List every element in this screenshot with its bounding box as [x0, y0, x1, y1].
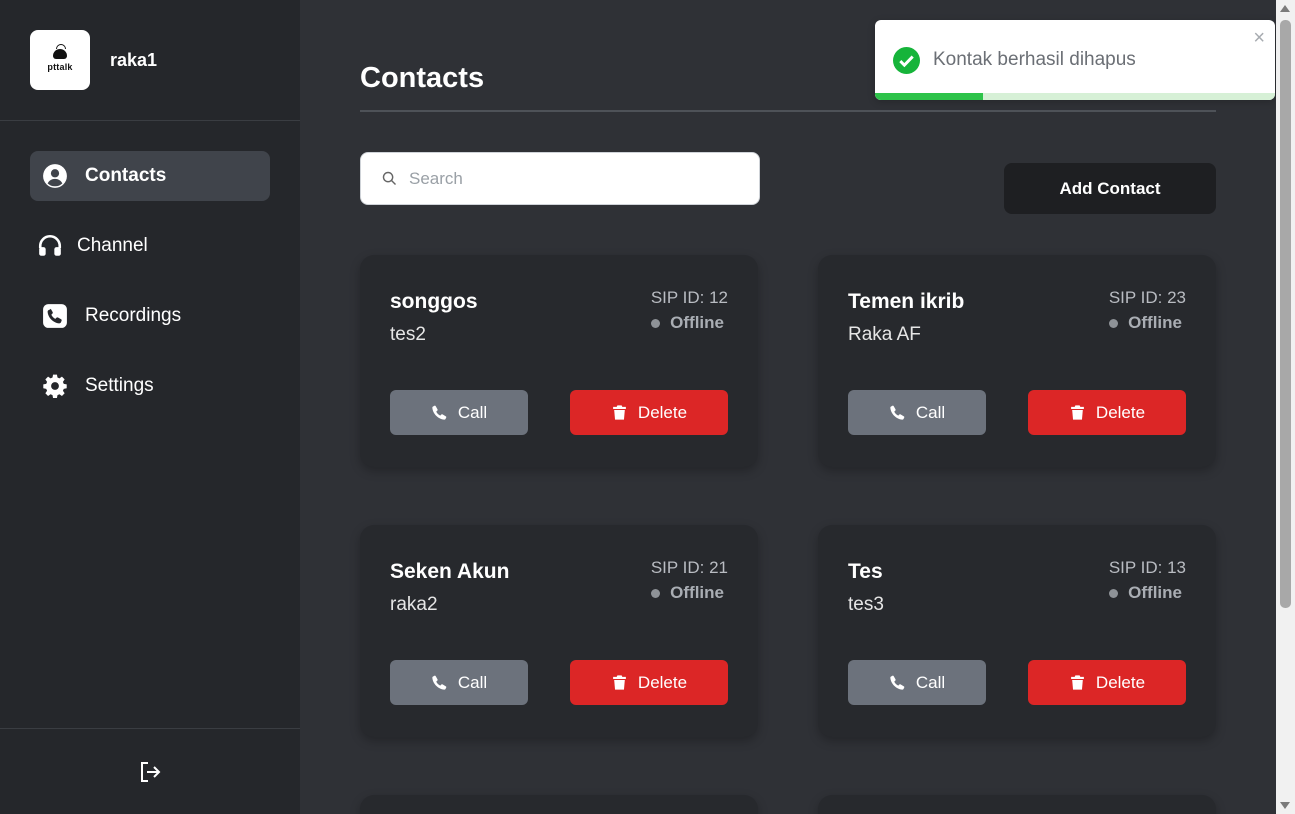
contact-username: tes2 [390, 324, 426, 345]
call-label: Call [457, 402, 488, 422]
call-label: Call [915, 672, 946, 692]
contact-sip-id: SIP ID: 23 [1108, 288, 1186, 307]
scroll-thumb[interactable] [1280, 20, 1291, 608]
toast-progress-track [875, 93, 1275, 100]
contact-name: Temen ikrib [848, 290, 965, 313]
contact-name: songgos [390, 290, 478, 313]
app-logo[interactable]: pttalk [30, 30, 90, 90]
call-button[interactable]: Call [848, 660, 986, 705]
delete-button[interactable]: Delete [1028, 390, 1186, 435]
title-divider [360, 110, 1216, 112]
contact-card: Seken Akun raka2 SIP ID: 21 Offline Call… [360, 525, 758, 737]
sidebar-footer [0, 728, 300, 814]
sidebar-item-label: Channel [77, 235, 148, 256]
logo-mark-icon [53, 43, 67, 59]
scroll-down-arrow-icon[interactable] [1280, 802, 1290, 809]
trash-icon [1069, 404, 1086, 421]
sidebar-item-recordings[interactable]: Recordings [30, 291, 270, 341]
sidebar-item-label: Recordings [85, 305, 182, 326]
contact-sip-id: SIP ID: 13 [1108, 558, 1186, 577]
add-contact-button[interactable]: Add Contact [1004, 163, 1216, 214]
sidebar-item-contacts[interactable]: Contacts [30, 151, 270, 201]
toast-notification: Kontak berhasil dihapus × [875, 20, 1275, 100]
sidebar-nav: Contacts Channel Recordings Settings [0, 121, 300, 411]
phone-square-icon [40, 301, 70, 331]
status-label: Offline [670, 583, 724, 602]
trash-icon [611, 404, 628, 421]
status-label: Offline [670, 313, 724, 332]
status-label: Offline [1128, 313, 1182, 332]
sidebar-item-settings[interactable]: Settings [30, 361, 270, 411]
logout-icon[interactable] [136, 758, 164, 786]
delete-label: Delete [637, 402, 688, 422]
user-circle-icon [40, 161, 70, 191]
contact-card [818, 795, 1216, 814]
search-box[interactable] [360, 152, 760, 205]
contact-card: songgos tes2 SIP ID: 12 Offline Call Del… [360, 255, 758, 467]
toast-message: Kontak berhasil dihapus [933, 49, 1136, 70]
status-dot [1109, 318, 1119, 328]
call-label: Call [457, 672, 488, 692]
contact-card: Tes tes3 SIP ID: 13 Offline Call Delete [818, 525, 1216, 737]
call-button[interactable]: Call [390, 390, 528, 435]
sidebar: pttalk raka1 Contacts Channel Recordings [0, 0, 300, 814]
phone-icon [431, 404, 448, 421]
page-title: Contacts [360, 62, 485, 94]
toast-progress-bar [875, 93, 983, 100]
delete-button[interactable]: Delete [1028, 660, 1186, 705]
status-dot [1109, 588, 1119, 598]
sidebar-item-label: Contacts [85, 165, 167, 186]
contact-username: Raka AF [848, 324, 921, 345]
contact-status: Offline [1109, 313, 1182, 333]
call-button[interactable]: Call [848, 390, 986, 435]
contact-username: raka2 [390, 594, 438, 615]
contact-card [360, 795, 758, 814]
scroll-up-arrow-icon[interactable] [1280, 5, 1290, 12]
contact-name: Seken Akun [390, 560, 510, 583]
call-button[interactable]: Call [390, 660, 528, 705]
phone-icon [431, 674, 448, 691]
check-circle-icon [893, 47, 920, 74]
delete-label: Delete [637, 672, 688, 692]
contact-status: Offline [1109, 583, 1182, 603]
delete-label: Delete [1095, 402, 1146, 422]
phone-icon [889, 674, 906, 691]
contact-card: Temen ikrib Raka AF SIP ID: 23 Offline C… [818, 255, 1216, 467]
search-icon [382, 171, 397, 186]
delete-label: Delete [1095, 672, 1146, 692]
brand-header: pttalk raka1 [0, 0, 300, 121]
contact-name: Tes [848, 560, 883, 583]
contact-sip-id: SIP ID: 12 [650, 288, 728, 307]
contact-status: Offline [651, 583, 724, 603]
logo-text: pttalk [47, 61, 73, 72]
phone-icon [889, 404, 906, 421]
close-icon[interactable]: × [1253, 27, 1265, 50]
status-label: Offline [1128, 583, 1182, 602]
vertical-scrollbar[interactable] [1276, 0, 1295, 814]
delete-button[interactable]: Delete [570, 660, 728, 705]
contact-status: Offline [651, 313, 724, 333]
sidebar-item-channel[interactable]: Channel [30, 221, 270, 271]
gear-icon [40, 371, 70, 401]
search-input[interactable] [409, 168, 739, 189]
headphones-icon [35, 231, 65, 261]
status-dot [651, 588, 661, 598]
main-content: Contacts Add Contact songgos tes2 SIP ID… [300, 0, 1276, 814]
current-username: raka1 [110, 49, 158, 70]
trash-icon [1069, 674, 1086, 691]
status-dot [651, 318, 661, 328]
call-label: Call [915, 402, 946, 422]
contact-username: tes3 [848, 594, 884, 615]
sidebar-item-label: Settings [85, 375, 154, 396]
delete-button[interactable]: Delete [570, 390, 728, 435]
trash-icon [611, 674, 628, 691]
contact-sip-id: SIP ID: 21 [650, 558, 728, 577]
